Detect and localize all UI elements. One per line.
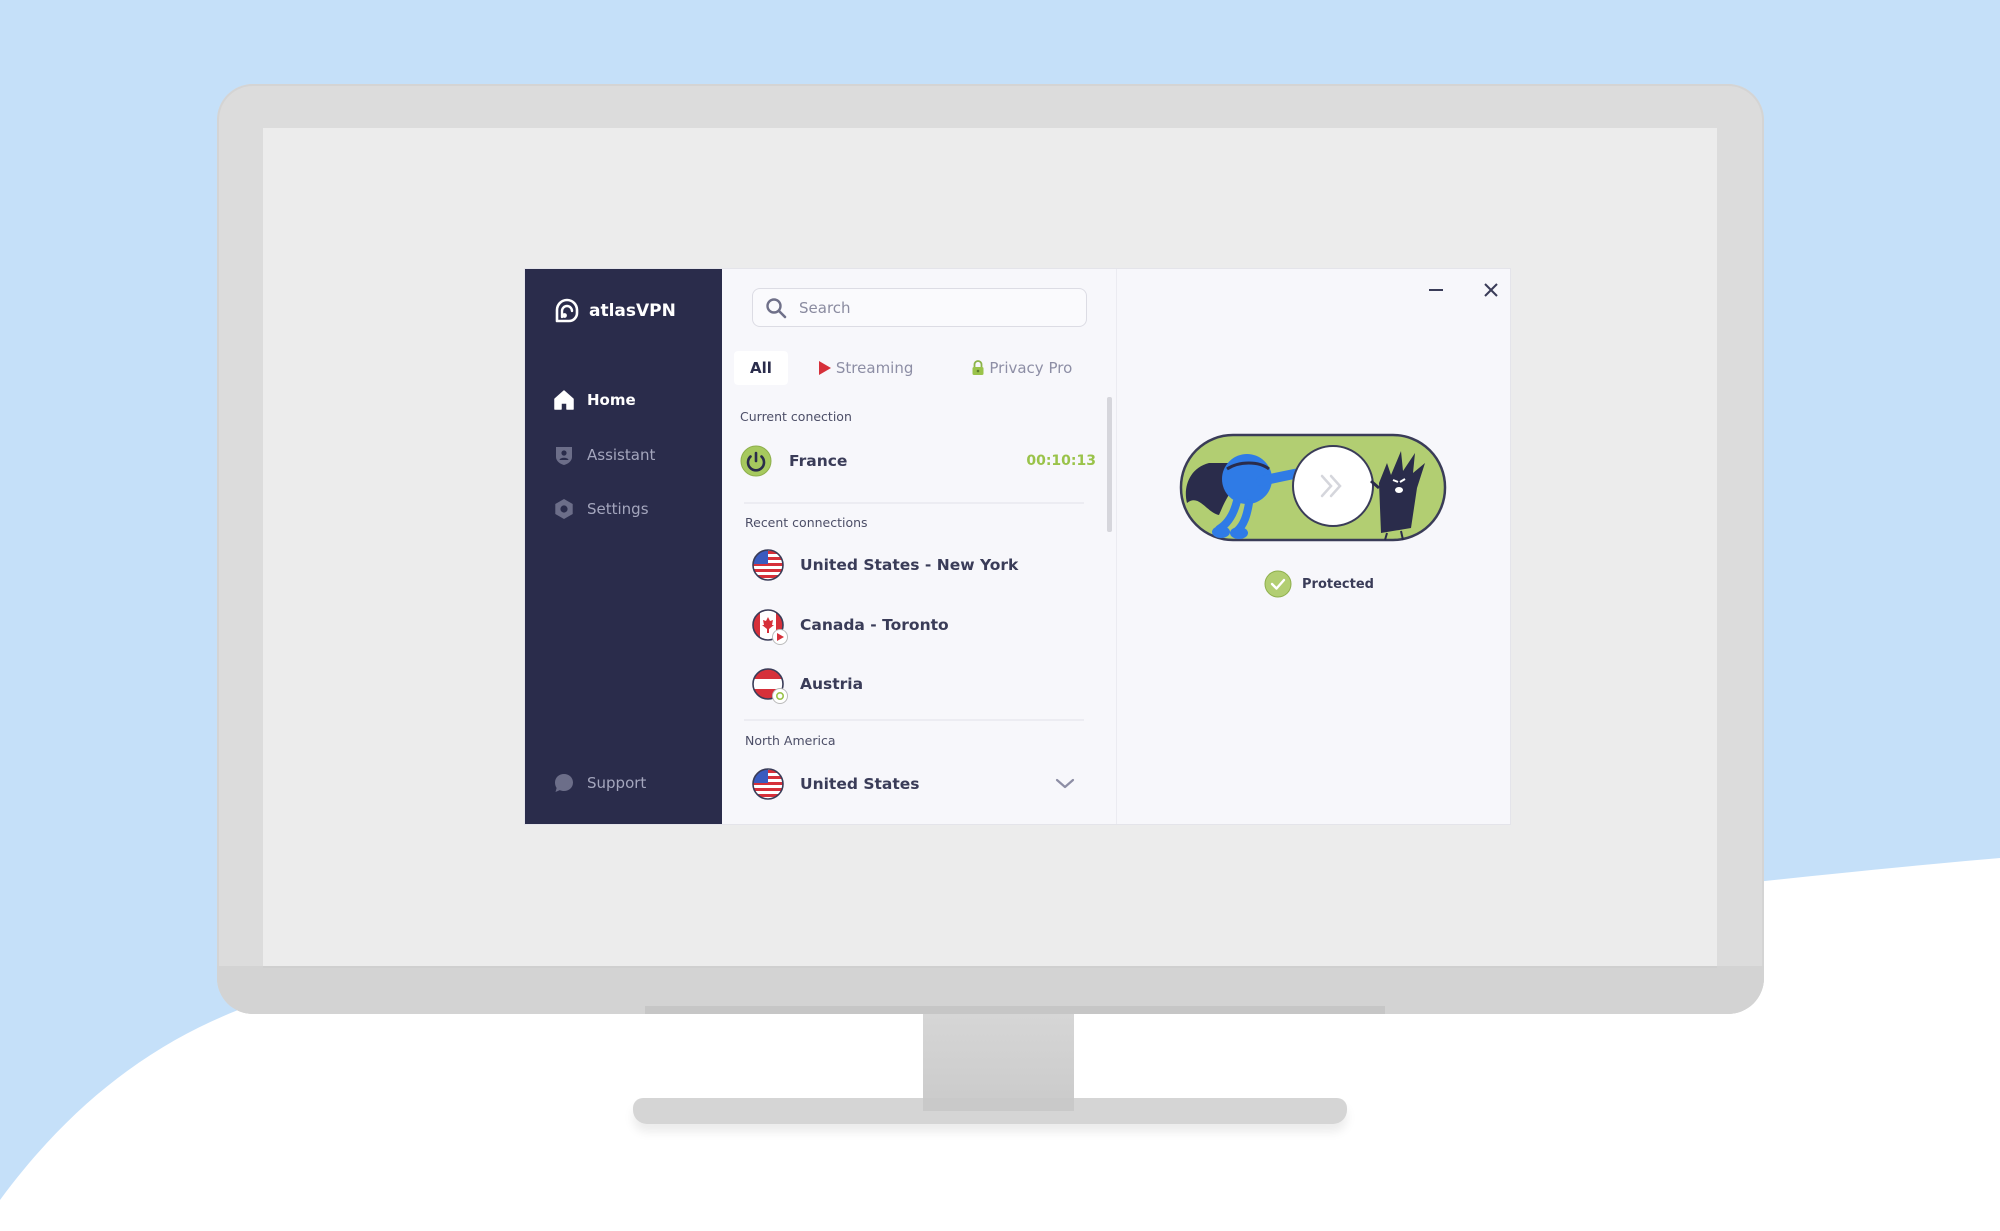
divider: [744, 719, 1084, 721]
assistant-shield-icon: [556, 447, 572, 465]
tab-label: Privacy Pro: [989, 359, 1073, 377]
monitor-stand-joint: [923, 1098, 1074, 1111]
current-country: France: [789, 452, 848, 470]
status-label: Protected: [1302, 576, 1374, 592]
sidebar-item-settings[interactable]: Settings: [553, 498, 649, 520]
tab-all[interactable]: All: [734, 351, 788, 385]
current-connection-heading: Current conection: [740, 409, 852, 424]
monitor-stand-neck: [923, 1014, 1074, 1104]
flag-at: [752, 668, 788, 704]
sidebar-item-label: Home: [587, 391, 636, 409]
recent-connection-item[interactable]: Canada - Toronto: [745, 605, 1095, 645]
refresh-badge-icon: [772, 688, 788, 704]
us-flag-icon: [752, 549, 784, 581]
current-connection-row[interactable]: France 00:10:13: [740, 441, 1096, 481]
brand-name: atlasVPN: [589, 301, 676, 321]
server-tabs: All Streaming Privacy Pro: [734, 351, 1084, 385]
recent-connection-item[interactable]: Austria: [745, 664, 1095, 704]
connection-panel: Protected: [1117, 269, 1510, 824]
connection-name: United States - New York: [800, 556, 1019, 574]
region-country-item[interactable]: United States: [745, 764, 1095, 804]
sidebar-item-label: Assistant: [587, 446, 656, 464]
gear-icon: [555, 499, 573, 519]
atlas-logo-icon: [555, 298, 579, 323]
flag-us: [752, 768, 784, 800]
tab-label: Streaming: [835, 359, 914, 377]
sidebar-item-assistant[interactable]: Assistant: [553, 444, 655, 466]
us-flag-icon: [752, 768, 784, 800]
recent-connections-heading: Recent connections: [745, 515, 868, 530]
search-box[interactable]: [752, 288, 1087, 327]
connection-name: Canada - Toronto: [800, 616, 949, 634]
region-heading: North America: [745, 733, 836, 748]
app-logo: atlasVPN: [553, 297, 676, 325]
country-name: United States: [800, 775, 920, 793]
close-button[interactable]: [1478, 277, 1504, 303]
recent-connection-item[interactable]: United States - New York: [745, 545, 1095, 585]
connection-name: Austria: [800, 675, 864, 693]
home-icon: [554, 390, 574, 410]
lock-icon: [972, 360, 984, 375]
scrollbar[interactable]: [1107, 397, 1112, 532]
check-circle-icon: [1264, 570, 1292, 598]
vpn-app-window: atlasVPN Home Assistant Settings Support…: [525, 269, 1510, 824]
sidebar-item-label: Settings: [587, 500, 649, 518]
power-icon[interactable]: [740, 445, 772, 477]
search-icon: [766, 297, 787, 318]
vpn-connect-toggle[interactable]: [1179, 433, 1447, 542]
tab-privacy-pro[interactable]: Privacy Pro: [959, 351, 1084, 385]
sidebar-item-home[interactable]: Home: [553, 389, 636, 411]
sidebar: atlasVPN Home Assistant Settings Support: [525, 269, 722, 824]
play-icon: [818, 361, 831, 375]
streaming-badge-icon: [772, 629, 788, 645]
flag-ca: [752, 609, 788, 645]
minimize-icon: [1429, 289, 1443, 291]
sidebar-item-label: Support: [587, 774, 647, 792]
divider: [744, 502, 1084, 504]
server-list-panel: All Streaming Privacy Pro Current conect…: [722, 269, 1118, 824]
chevron-down-icon[interactable]: [1055, 778, 1075, 790]
connection-timer: 00:10:13: [1026, 453, 1096, 469]
flag-us: [752, 549, 784, 581]
connection-status: Protected: [1264, 570, 1374, 598]
tab-label: All: [750, 359, 772, 377]
close-icon: [1484, 283, 1498, 297]
monitor-chin-shade: [645, 1006, 1385, 1014]
sidebar-item-support[interactable]: Support: [553, 772, 646, 794]
search-input[interactable]: [797, 297, 1061, 318]
chat-bubble-icon: [555, 774, 573, 792]
tab-streaming[interactable]: Streaming: [806, 351, 925, 385]
minimize-button[interactable]: [1423, 277, 1449, 303]
